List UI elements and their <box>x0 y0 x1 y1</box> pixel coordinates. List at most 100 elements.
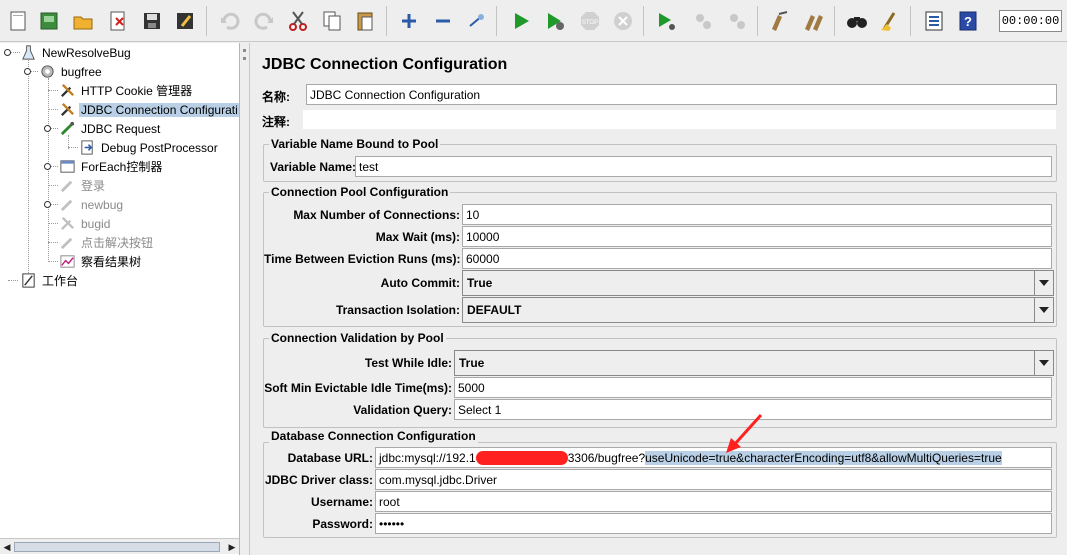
tree-item-jdbc-request[interactable]: JDBC Request <box>58 119 162 138</box>
start-icon[interactable] <box>506 5 536 37</box>
templates-icon[interactable] <box>34 5 64 37</box>
driver-class-label: JDBC Driver class: <box>264 473 373 487</box>
svg-text:STOP: STOP <box>582 20 598 26</box>
remote-start-icon[interactable] <box>651 5 681 37</box>
reset-search-icon[interactable] <box>875 5 905 37</box>
panel-splitter[interactable] <box>240 43 249 555</box>
soft-min-idle-input[interactable]: 5000 <box>454 377 1052 398</box>
expand-knob[interactable] <box>24 68 31 75</box>
chevron-down-icon[interactable] <box>1034 298 1053 322</box>
pipette-icon <box>58 120 76 138</box>
transaction-isolation-select[interactable]: DEFAULT <box>462 297 1054 323</box>
copy-icon[interactable] <box>317 5 347 37</box>
chart-icon <box>58 253 76 271</box>
max-connections-label: Max Number of Connections: <box>293 208 460 222</box>
username-input[interactable]: root <box>375 491 1052 512</box>
tree-item-cookie-manager[interactable]: HTTP Cookie 管理器 <box>58 81 194 100</box>
chevron-down-icon[interactable] <box>1034 351 1053 375</box>
new-icon[interactable] <box>3 5 33 37</box>
tree-item-debug-postprocessor[interactable]: Debug PostProcessor <box>78 138 220 157</box>
expand-icon[interactable] <box>394 5 424 37</box>
test-while-idle-select[interactable]: True <box>454 350 1054 376</box>
tree-item-jdbc-config[interactable]: JDBC Connection Configurati <box>58 100 239 119</box>
soft-min-idle-label: Soft Min Evictable Idle Time(ms): <box>264 381 452 395</box>
tree-item-foreach-controller[interactable]: ForEach控制器 <box>58 157 164 176</box>
chevron-down-icon[interactable] <box>1034 271 1053 295</box>
tree-item-label: 工作台 <box>42 274 79 288</box>
wrench-icon <box>58 215 76 233</box>
tree-item-login[interactable]: 登录 <box>58 176 107 195</box>
driver-class-input[interactable]: com.mysql.jdbc.Driver <box>375 469 1052 490</box>
document-arrow-icon <box>78 139 96 157</box>
test-plan-tree[interactable]: NewResolveBug bugfree HTTP Cookie 管理器 JD… <box>0 43 240 555</box>
save-as-icon[interactable] <box>170 5 200 37</box>
expand-knob[interactable] <box>44 163 51 170</box>
search-icon[interactable] <box>842 5 872 37</box>
tree-item-resolve-button[interactable]: 点击解决按钮 <box>58 233 155 252</box>
tree-item-label: JDBC Connection Configurati <box>79 102 239 117</box>
controller-icon <box>58 158 76 176</box>
eviction-runs-label: Time Between Eviction Runs (ms): <box>264 252 461 266</box>
tree-item-thread-group[interactable]: bugfree <box>38 62 104 81</box>
workbench-icon <box>19 272 37 290</box>
tree-item-workbench[interactable]: 工作台 <box>19 271 80 290</box>
help-icon[interactable]: ? <box>953 5 983 37</box>
save-icon[interactable] <box>137 5 167 37</box>
cut-icon[interactable] <box>283 5 313 37</box>
pipette-icon <box>58 177 76 195</box>
gear-icon <box>38 63 56 81</box>
scrollbar-thumb[interactable] <box>14 542 220 552</box>
transaction-isolation-label: Transaction Isolation: <box>335 303 460 317</box>
tree-item-bugid[interactable]: bugid <box>58 214 112 233</box>
paste-icon[interactable] <box>351 5 381 37</box>
url-params-selected: useUnicode=true&characterEncoding=utf8&a… <box>645 450 1002 465</box>
eviction-runs-input[interactable]: 60000 <box>462 248 1052 269</box>
function-helper-icon[interactable] <box>919 5 949 37</box>
tree-item-label: bugid <box>81 216 111 231</box>
remote-stop-icon <box>688 5 718 37</box>
tree-item-label: ForEach控制器 <box>81 160 163 174</box>
scroll-left-icon[interactable]: ◀ <box>1 541 13 553</box>
collapse-icon[interactable] <box>428 5 458 37</box>
password-input[interactable]: •••••• <box>375 513 1052 534</box>
group-title: Connection Pool Configuration <box>269 185 451 199</box>
elapsed-timer: 00:00:00 <box>999 10 1062 32</box>
expand-knob[interactable] <box>44 201 51 208</box>
tree-horizontal-scrollbar[interactable]: ◀ ▶ <box>0 538 239 554</box>
tree-item-newbug[interactable]: newbug <box>58 195 125 214</box>
tree-item-label: 察看结果树 <box>81 255 142 269</box>
toggle-icon[interactable] <box>462 5 492 37</box>
expand-knob[interactable] <box>4 49 11 56</box>
url-middle: 3306/bugfree? <box>567 450 646 465</box>
comment-input[interactable] <box>302 109 1057 130</box>
start-no-pause-icon[interactable] <box>540 5 570 37</box>
variable-name-label: Variable Name: <box>270 160 357 174</box>
max-wait-input[interactable]: 10000 <box>462 226 1052 247</box>
tree-item-label: 登录 <box>81 179 106 193</box>
pipette-icon <box>58 196 76 214</box>
tree-item-test-plan[interactable]: NewResolveBug <box>19 43 133 62</box>
name-input[interactable]: JDBC Connection Configuration <box>306 84 1057 105</box>
max-connections-input[interactable]: 10 <box>462 204 1052 225</box>
scroll-right-icon[interactable]: ▶ <box>226 541 238 553</box>
validation-query-label: Validation Query: <box>353 403 452 417</box>
test-while-idle-label: Test While Idle: <box>364 356 452 370</box>
open-icon[interactable] <box>68 5 98 37</box>
tree-item-label: 点击解决按钮 <box>81 236 154 250</box>
database-url-input[interactable]: jdbc:mysql://192.1 3306/bugfree? useUnicod… <box>375 447 1052 468</box>
svg-text:?: ? <box>964 14 972 29</box>
flask-icon <box>19 44 37 62</box>
clear-icon[interactable] <box>764 5 794 37</box>
group-title: Database Connection Configuration <box>269 429 478 443</box>
tree-item-label: newbug <box>81 197 124 212</box>
tree-item-label: NewResolveBug <box>42 45 131 60</box>
config-panel: JDBC Connection Configuration 名称: JDBC C… <box>249 43 1067 555</box>
close-icon[interactable] <box>103 5 133 37</box>
tree-item-view-results-tree[interactable]: 察看结果树 <box>58 252 143 271</box>
auto-commit-select[interactable]: True <box>462 270 1054 296</box>
group-title: Connection Validation by Pool <box>269 331 446 345</box>
clear-all-icon[interactable] <box>799 5 829 37</box>
variable-name-input[interactable]: test <box>355 156 1052 177</box>
name-label: 名称: <box>262 90 290 104</box>
expand-knob[interactable] <box>44 125 51 132</box>
